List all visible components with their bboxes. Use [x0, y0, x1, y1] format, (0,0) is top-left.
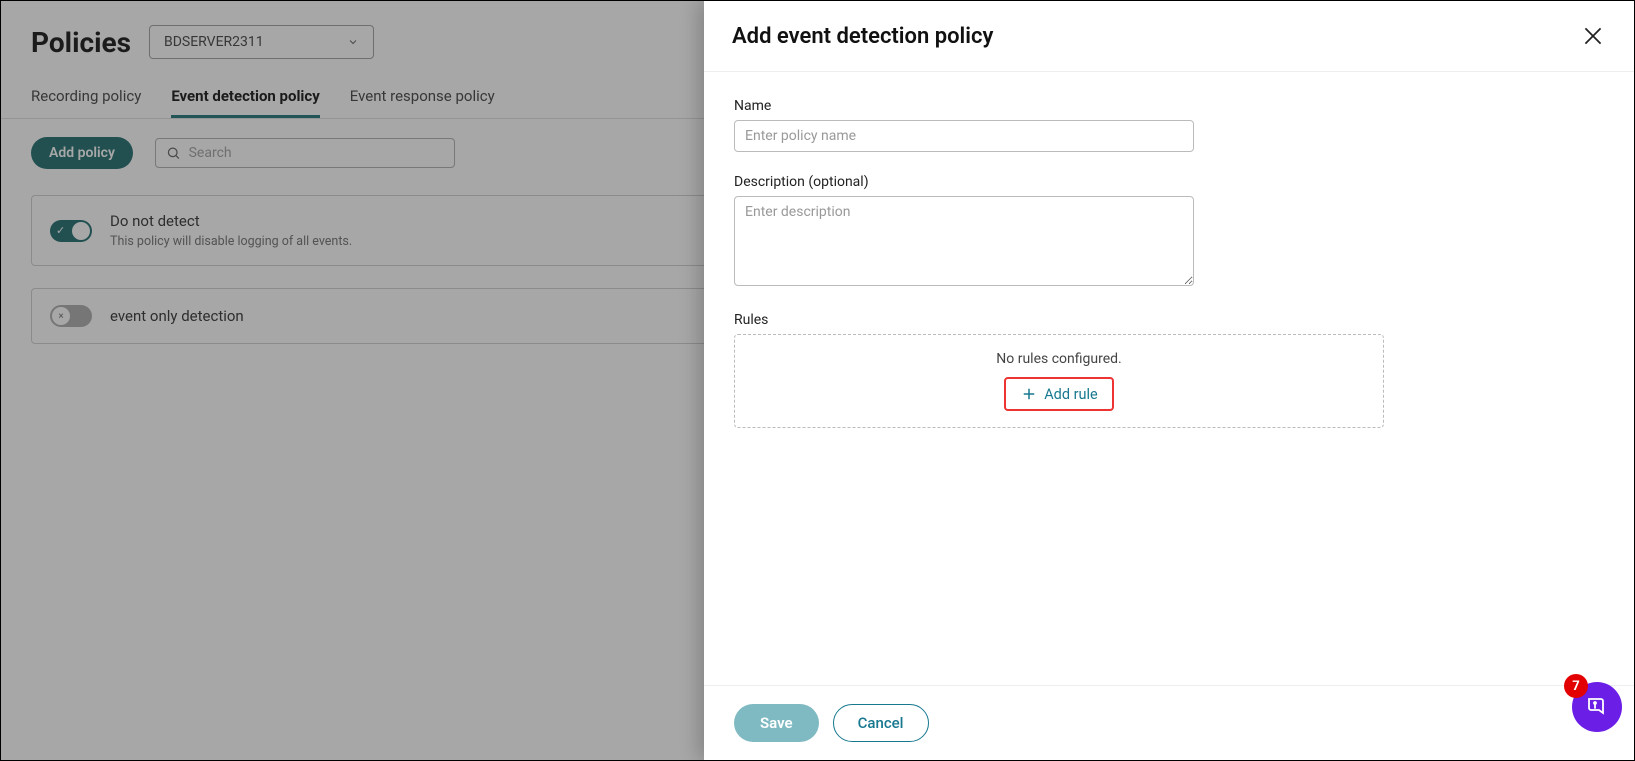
rules-label: Rules [734, 312, 1604, 328]
policy-name-input[interactable] [734, 120, 1194, 152]
add-rule-label: Add rule [1044, 386, 1098, 403]
add-rule-highlight: Add rule [1004, 377, 1114, 411]
help-launcher[interactable]: 7 [1572, 682, 1622, 732]
policy-description-input[interactable] [734, 196, 1194, 286]
plus-icon [1020, 385, 1038, 403]
add-policy-drawer: Add event detection policy Name Descript… [704, 1, 1634, 760]
cancel-button[interactable]: Cancel [833, 704, 929, 742]
drawer-title: Add event detection policy [732, 24, 993, 49]
rules-empty-text: No rules configured. [996, 351, 1121, 367]
rules-box: No rules configured. Add rule [734, 334, 1384, 428]
close-icon[interactable] [1580, 23, 1606, 49]
description-label: Description (optional) [734, 174, 1604, 190]
notification-badge: 7 [1564, 674, 1588, 698]
add-rule-button[interactable]: Add rule [1010, 381, 1108, 407]
name-label: Name [734, 98, 1604, 114]
save-button[interactable]: Save [734, 704, 819, 742]
